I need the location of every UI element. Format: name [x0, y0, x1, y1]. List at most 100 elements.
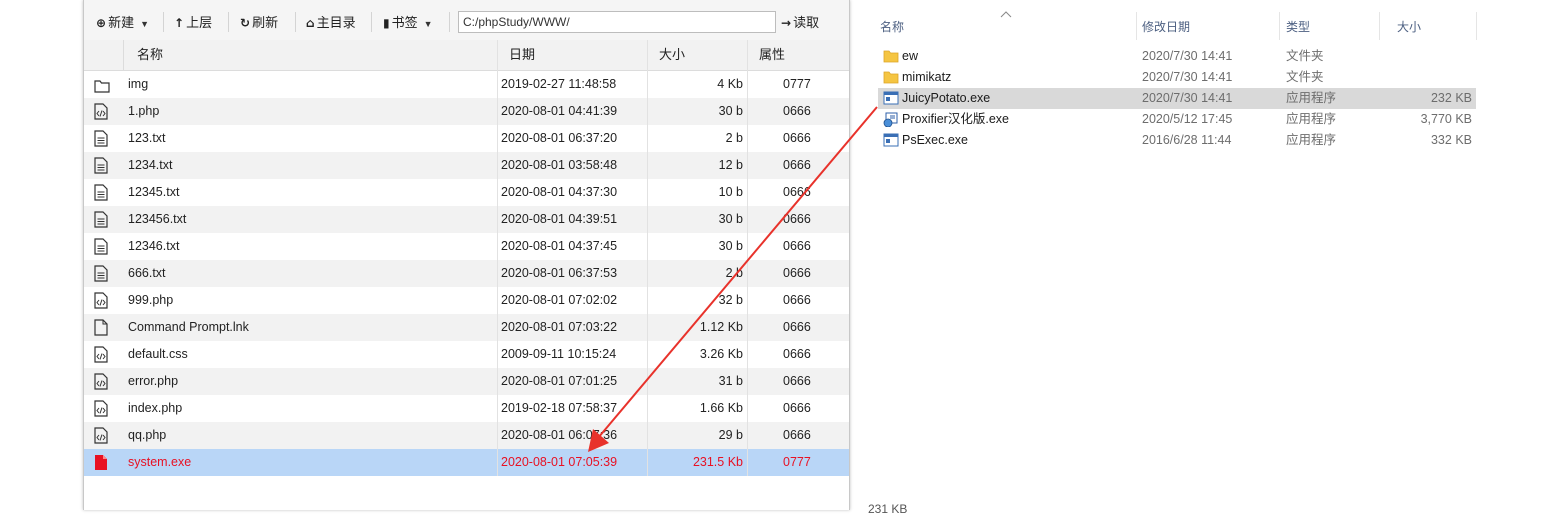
- file-row[interactable]: 1.php 2020-08-01 04:41:39 30 b 0666: [84, 98, 849, 125]
- file-permission[interactable]: 0666: [783, 179, 811, 206]
- file-permission[interactable]: 0666: [783, 260, 811, 287]
- explorer-row[interactable]: PsExec.exe 2016/6/28 11:44 应用程序 332 KB: [878, 130, 1476, 151]
- file-permission[interactable]: 0666: [783, 368, 811, 395]
- file-name[interactable]: 1.php: [128, 98, 159, 125]
- file-permission[interactable]: 0666: [783, 233, 811, 260]
- column-divider: [747, 40, 748, 476]
- file-size: 30 b: [718, 104, 743, 118]
- explorer-file-date: 2020/7/30 14:41: [1142, 70, 1233, 84]
- file-date: 2009-09-11 10:15:24: [501, 347, 617, 361]
- file-name[interactable]: 666.txt: [128, 260, 166, 287]
- column-header-date[interactable]: 日期: [497, 40, 647, 70]
- file-permission[interactable]: 0777: [783, 449, 811, 476]
- file-name[interactable]: 12345.txt: [128, 179, 179, 206]
- text-file-icon: [94, 157, 110, 174]
- file-size: 32 b: [718, 293, 743, 307]
- arrow-up-icon: ↑: [174, 16, 185, 30]
- file-row[interactable]: qq.php 2020-08-01 06:07:36 29 b 0666: [84, 422, 849, 449]
- file-permission[interactable]: 0666: [783, 152, 811, 179]
- file-row[interactable]: 666.txt 2020-08-01 06:37:53 2 b 0666: [84, 260, 849, 287]
- file-date: 2019-02-18 07:58:37: [501, 401, 618, 415]
- file-name[interactable]: default.css: [128, 341, 188, 368]
- file-permission[interactable]: 0666: [783, 206, 811, 233]
- file-date: 2020-08-01 06:07:36: [501, 428, 618, 442]
- file-permission[interactable]: 0666: [783, 395, 811, 422]
- explorer-row[interactable]: mimikatz 2020/7/30 14:41 文件夹: [878, 67, 1476, 88]
- explorer-column-date[interactable]: 修改日期: [1142, 18, 1190, 35]
- column-divider: [1379, 12, 1380, 40]
- file-row[interactable]: 12345.txt 2020-08-01 04:37:30 10 b 0666: [84, 179, 849, 206]
- file-name[interactable]: 999.php: [128, 287, 173, 314]
- file-name[interactable]: 1234.txt: [128, 152, 172, 179]
- file-size: 10 b: [718, 185, 743, 199]
- file-name[interactable]: 123456.txt: [128, 206, 186, 233]
- file-date: 2020-08-01 04:39:51: [501, 212, 618, 226]
- column-header-name[interactable]: 名称: [123, 40, 497, 70]
- file-row[interactable]: error.php 2020-08-01 07:01:25 31 b 0666: [84, 368, 849, 395]
- file-name[interactable]: error.php: [128, 368, 178, 395]
- toolbar-divider: [163, 12, 164, 32]
- path-input[interactable]: C:/phpStudy/WWW/: [458, 11, 776, 33]
- explorer-column-size[interactable]: 大小: [1397, 18, 1421, 35]
- explorer-file-type: 应用程序: [1286, 91, 1337, 105]
- file-row-selected[interactable]: system.exe 2020-08-01 07:05:39 231.5 Kb 077…: [84, 449, 849, 476]
- explorer-file-date: 2020/5/12 17:45: [1142, 112, 1233, 126]
- explorer-row[interactable]: Proxifier汉化版.exe 2020/5/12 17:45 应用程序 3,770…: [878, 109, 1476, 130]
- file-row[interactable]: default.css 2009-09-11 10:15:24 3.26 Kb 066…: [84, 341, 849, 368]
- file-row[interactable]: 123.txt 2020-08-01 06:37:20 2 b 0666: [84, 125, 849, 152]
- file-row[interactable]: 123456.txt 2020-08-01 04:39:51 30 b 0666: [84, 206, 849, 233]
- file-row[interactable]: 999.php 2020-08-01 07:02:02 32 b 0666: [84, 287, 849, 314]
- file-row[interactable]: img 2019-02-27 11:48:58 4 Kb 0777: [84, 71, 849, 98]
- file-size: 4 Kb: [717, 77, 743, 91]
- file-name[interactable]: qq.php: [128, 422, 166, 449]
- file-size: 1.66 Kb: [699, 401, 743, 415]
- file-name[interactable]: 123.txt: [128, 125, 166, 152]
- explorer-file-name[interactable]: ew: [902, 46, 918, 67]
- file-date: 2020-08-01 07:01:25: [501, 374, 618, 388]
- column-header-size[interactable]: 大小: [647, 40, 747, 70]
- explorer-column-type[interactable]: 类型: [1286, 18, 1310, 35]
- explorer-file-name[interactable]: JuicyPotato.exe: [902, 88, 990, 109]
- explorer-panel: 名称 修改日期 类型 大小 ew 2020/7/30 14:41 文件夹 mimika…: [856, 0, 1563, 510]
- file-row[interactable]: index.php 2019-02-18 07:58:37 1.66 Kb 0666: [84, 395, 849, 422]
- code-file-icon: [94, 400, 110, 417]
- file-permission[interactable]: 0666: [783, 98, 811, 125]
- home-directory-button[interactable]: ⌂ 主目录: [306, 12, 356, 34]
- file-size: 30 b: [718, 212, 743, 226]
- refresh-button[interactable]: ↻ 刷新: [240, 12, 278, 34]
- explorer-column-name[interactable]: 名称: [880, 18, 904, 35]
- bookmark-button[interactable]: ▮ 书签 ▼: [383, 12, 433, 34]
- file-name[interactable]: img: [128, 71, 148, 98]
- explorer-file-type: 文件夹: [1286, 70, 1324, 84]
- file-row[interactable]: 1234.txt 2020-08-01 03:58:48 12 b 0666: [84, 152, 849, 179]
- file-date: 2020-08-01 03:58:48: [501, 158, 618, 172]
- column-header-perm[interactable]: 属性: [747, 40, 849, 70]
- file-permission[interactable]: 0666: [783, 314, 811, 341]
- new-button[interactable]: ⊕ 新建 ▼: [96, 12, 149, 34]
- file-permission[interactable]: 0777: [783, 71, 811, 98]
- file-name[interactable]: Command Prompt.lnk: [128, 314, 249, 341]
- explorer-file-size: 332 KB: [1430, 133, 1472, 147]
- file-name[interactable]: 12346.txt: [128, 233, 179, 260]
- file-permission[interactable]: 0666: [783, 341, 811, 368]
- up-level-button[interactable]: ↑ 上层: [174, 12, 212, 34]
- explorer-file-date: 2020/7/30 14:41: [1142, 91, 1233, 105]
- file-permission[interactable]: 0666: [783, 422, 811, 449]
- red-file-icon: [94, 454, 110, 471]
- file-name[interactable]: system.exe: [128, 449, 191, 476]
- code-file-icon: [94, 427, 110, 444]
- file-row[interactable]: 12346.txt 2020-08-01 04:37:45 30 b 0666: [84, 233, 849, 260]
- file-size: 3.26 Kb: [699, 347, 743, 361]
- file-row[interactable]: Command Prompt.lnk 2020-08-01 07:03:22 1.1…: [84, 314, 849, 341]
- chevron-down-icon: ▼: [140, 19, 149, 29]
- explorer-row-selected[interactable]: JuicyPotato.exe 2020/7/30 14:41 应用程序 232 KB: [878, 88, 1476, 109]
- explorer-file-name[interactable]: mimikatz: [902, 67, 951, 88]
- file-permission[interactable]: 0666: [783, 125, 811, 152]
- file-name[interactable]: index.php: [128, 395, 182, 422]
- file-permission[interactable]: 0666: [783, 287, 811, 314]
- explorer-file-name[interactable]: PsExec.exe: [902, 130, 968, 151]
- read-button[interactable]: → 读取: [781, 12, 819, 34]
- explorer-file-name[interactable]: Proxifier汉化版.exe: [902, 109, 1009, 130]
- explorer-row[interactable]: ew 2020/7/30 14:41 文件夹: [878, 46, 1476, 67]
- code-file-icon: [94, 292, 110, 309]
